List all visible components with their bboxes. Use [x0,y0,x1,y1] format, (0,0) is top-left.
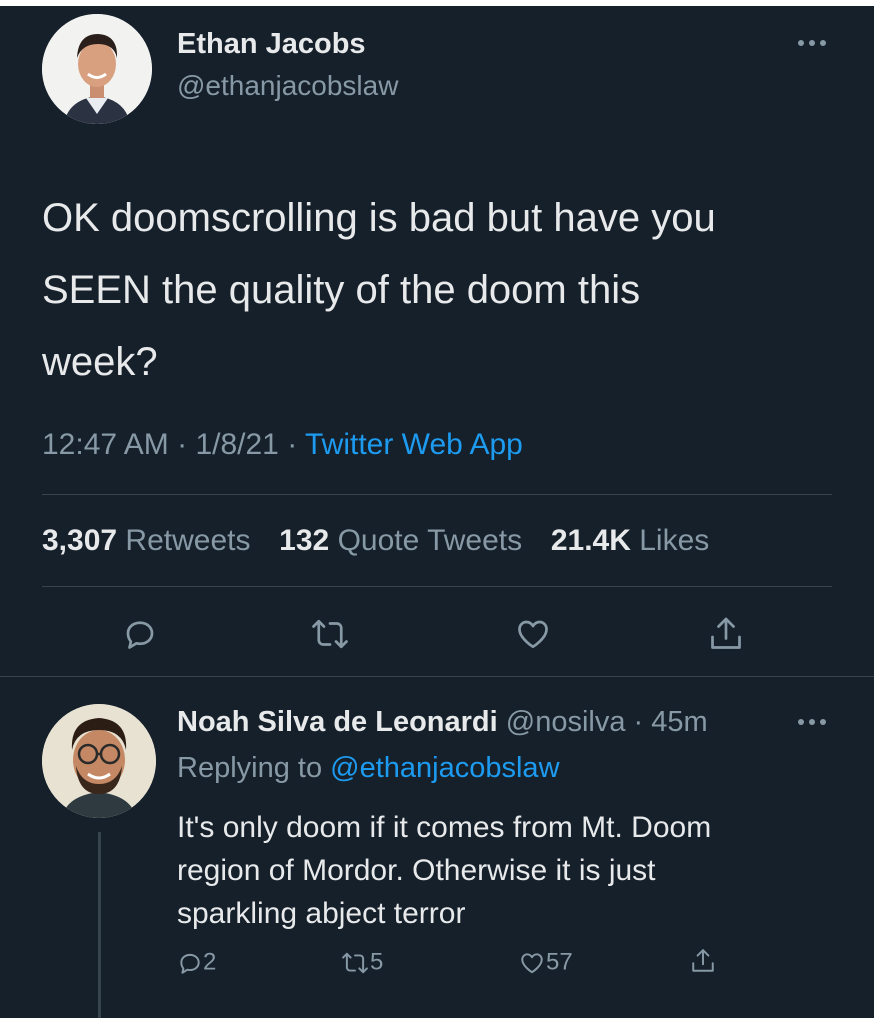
share-icon[interactable] [708,614,744,654]
tweet-text-line: week? [42,340,158,384]
reply-share-icon[interactable] [690,946,716,976]
retweets-stat[interactable]: 3,307 Retweets [42,524,250,557]
reply-author-handle[interactable]: @nosilva [506,706,626,738]
reply-more-options-icon[interactable] [796,717,828,727]
tweet-date[interactable]: 1/8/21 [195,428,278,461]
quotes-count: 132 [279,524,330,557]
likes-count: 21.4K [550,524,631,557]
thread-line [98,832,101,1018]
meta-separator: · [278,428,305,461]
retweets-count: 3,307 [42,524,118,557]
reply-header: Noah Silva de Leonardi @nosilva · 45m [177,706,708,739]
reply-text-line: sparkling abject terror [177,897,466,930]
divider [0,676,874,677]
replying-to-handle[interactable]: @ethanjacobslaw [330,752,559,784]
like-icon[interactable] [514,616,552,652]
reply-age[interactable]: 45m [651,706,707,738]
author-avatar[interactable] [42,14,152,124]
reply-retweet-action[interactable]: 5 [340,948,383,977]
likes-label: Likes [639,524,710,557]
tweet-detail-screen: Ethan Jacobs @ethanjacobslaw OK doomscro… [0,6,874,1018]
reply-text-line: region of Mordor. Otherwise it is just [177,854,656,887]
reply-count: 2 [203,948,217,976]
replying-to: Replying to @ethanjacobslaw [177,752,560,785]
quotes-stat[interactable]: 132 Quote Tweets [279,524,522,557]
reply-reply-action[interactable]: 2 [177,948,216,977]
author-handle[interactable]: @ethanjacobslaw [177,70,398,102]
meta-separator: · [168,428,196,461]
like-icon [518,950,546,976]
likes-stat[interactable]: 21.4K Likes [551,524,709,557]
more-options-icon[interactable] [796,38,828,48]
retweet-icon[interactable] [310,616,350,652]
reply-author-avatar-image [42,704,156,818]
quotes-label: Quote Tweets [337,524,523,557]
retweet-icon [340,950,370,976]
retweet-count: 5 [370,948,384,976]
reply-text-line: It's only doom if it comes from Mt. Doom [177,811,712,844]
retweets-label: Retweets [125,524,251,557]
reply-text: It's only doom if it comes from Mt. Doom… [177,806,857,935]
divider [42,586,832,587]
tweet-text: OK doomscrolling is bad but have you SEE… [42,182,862,398]
tweet-text-line: SEEN the quality of the doom this [42,268,641,312]
tweet-text-line: OK doomscrolling is bad but have you [42,196,716,240]
reply-icon[interactable] [122,616,158,652]
reply-separator: · [625,706,652,738]
replying-to-label: Replying to [177,752,323,784]
reply-author-avatar[interactable] [42,704,156,818]
author-avatar-image [42,14,152,124]
reply-like-action[interactable]: 57 [518,948,573,977]
reply-icon [177,950,203,976]
like-count: 57 [546,948,573,976]
reply-author-name[interactable]: Noah Silva de Leonardi [177,706,498,738]
tweet-time[interactable]: 12:47 AM [42,428,169,461]
divider [42,494,832,495]
tweet-source[interactable]: Twitter Web App [305,428,523,461]
author-name[interactable]: Ethan Jacobs [177,28,366,61]
tweet-stats: 3,307 Retweets 132 Quote Tweets 21.4K Li… [42,524,709,558]
tweet-meta: 12:47 AM · 1/8/21 · Twitter Web App [42,428,523,462]
